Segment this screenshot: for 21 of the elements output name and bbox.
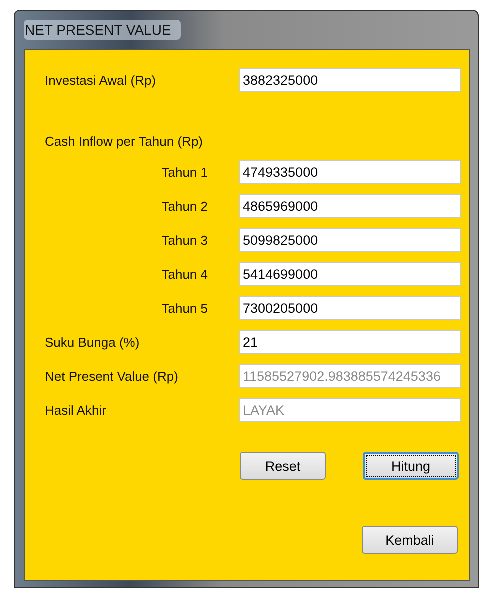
input-field[interactable]: 5414699000 [239,262,461,286]
field-label: Tahun 1 [160,164,208,180]
section-label: Cash Inflow per Tahun (Rp) [45,134,204,150]
input-field[interactable]: 5099825000 [239,228,461,252]
back-button[interactable]: Kembali [362,526,458,554]
reset-button[interactable]: Reset [240,452,326,480]
field-label: Net Present Value (Rp) [45,368,180,384]
input-field[interactable]: 21 [239,330,461,354]
field-label: Investasi Awal (Rp) [45,72,158,88]
input-field[interactable]: 4749335000 [239,160,461,184]
calculate-button[interactable]: Hitung [363,452,459,480]
window-title: NET PRESENT VALUE [24,20,182,40]
field-label: Tahun 4 [160,266,208,282]
field-label: Tahun 5 [160,300,208,316]
field-label: Tahun 2 [160,198,208,214]
input-field[interactable]: 7300205000 [239,296,461,320]
field-label: Suku Bunga (%) [45,334,141,350]
field-label: Hasil Akhir [45,402,108,418]
input-field[interactable]: 3882325000 [239,68,461,92]
field-label: Tahun 3 [160,232,208,248]
input-field[interactable]: 4865969000 [239,194,461,218]
